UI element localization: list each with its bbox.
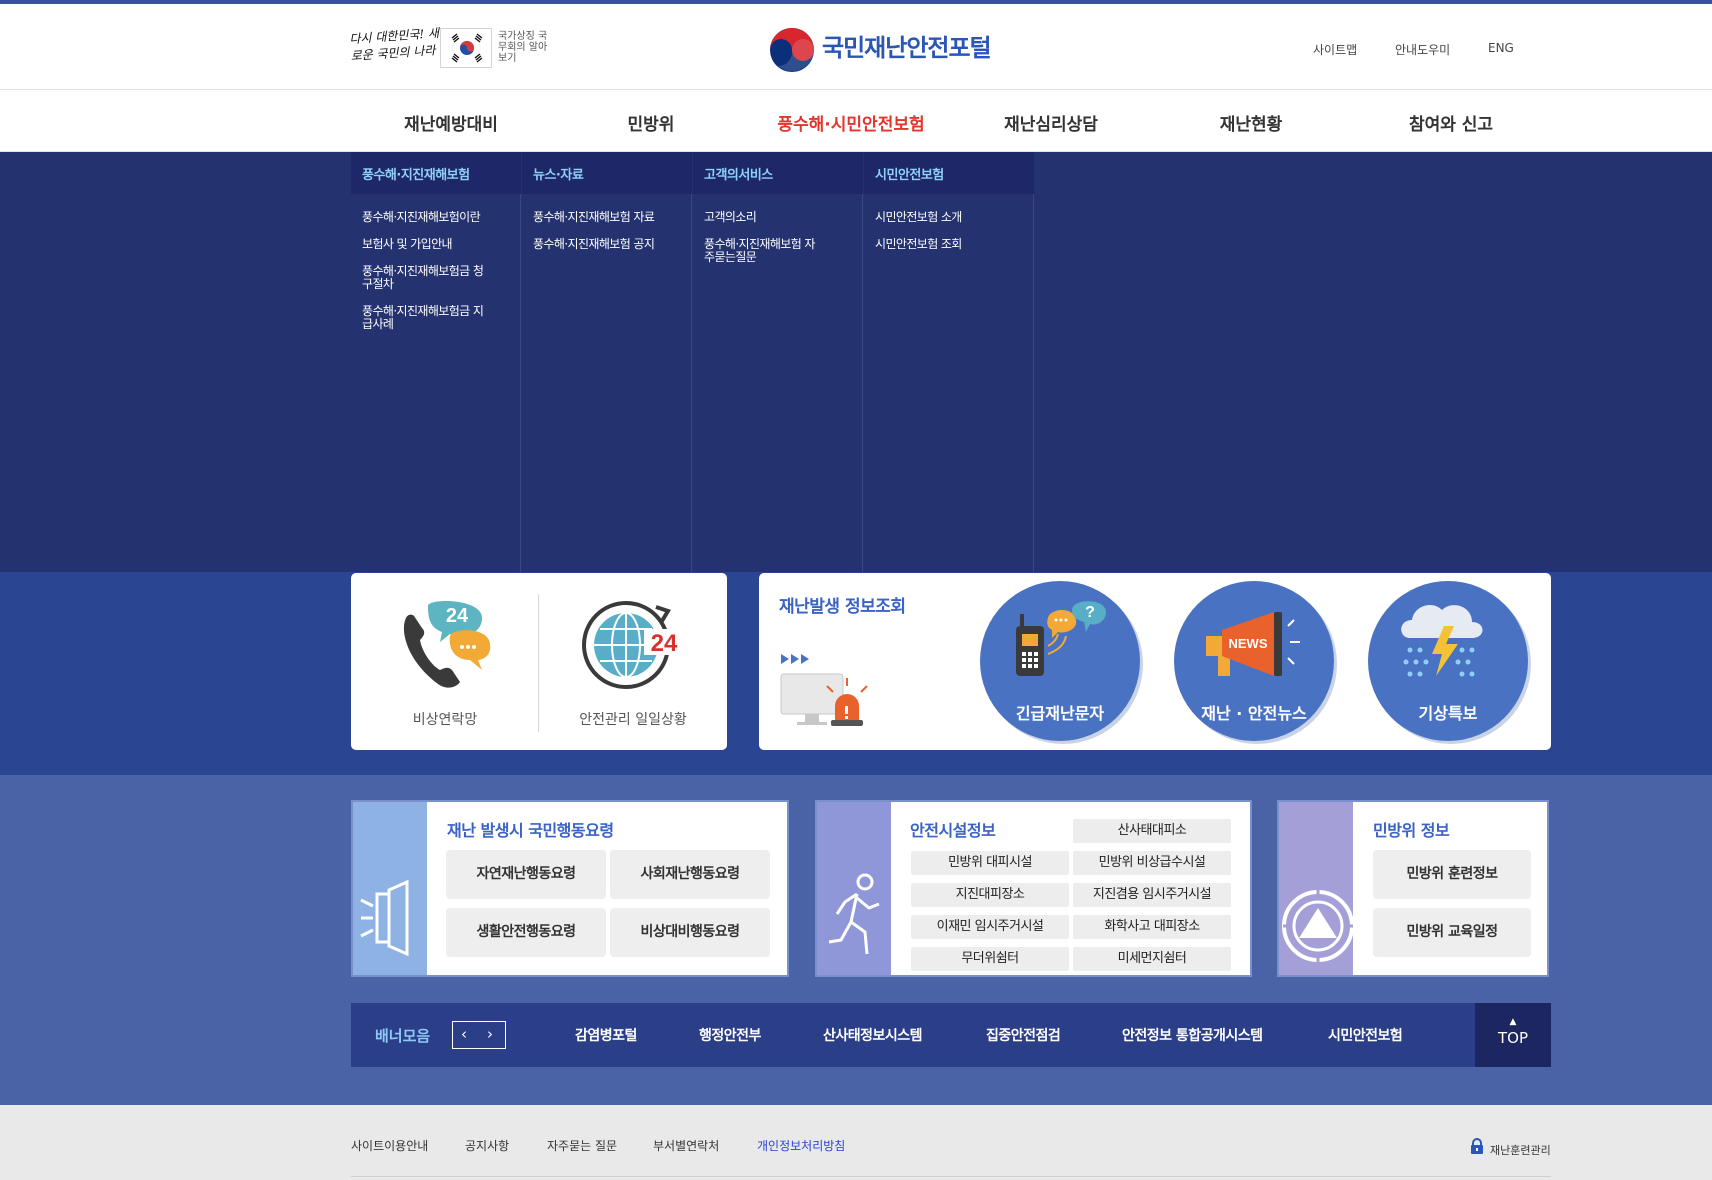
nav-psych-counseling[interactable]: 재난심리상담: [951, 110, 1151, 135]
footer-notice[interactable]: 공지사항: [465, 1137, 509, 1154]
nav-insurance[interactable]: 풍수해·시민안전보험: [751, 110, 951, 135]
svg-text:?: ?: [1085, 604, 1095, 621]
mega-title-customer[interactable]: 고객의서비스: [704, 164, 773, 183]
training-admin-link[interactable]: 재난훈련관리: [1490, 1142, 1551, 1158]
banner-controls: ‹ ›: [452, 1021, 506, 1049]
banner-next-icon[interactable]: ›: [487, 1025, 493, 1043]
emergency-contacts-label[interactable]: 비상연락망: [380, 709, 510, 729]
mega-link[interactable]: 풍수해·지진재해보험 자료: [533, 211, 693, 224]
nav-civil-defense[interactable]: 민방위: [551, 110, 751, 135]
daily-status-badge: 24: [651, 630, 678, 657]
mega-link[interactable]: 풍수해·지진재해보험금 청구절차: [362, 265, 492, 291]
civil-education-button[interactable]: 민방위 교육일정: [1373, 908, 1531, 957]
top-label: TOP: [1497, 1029, 1528, 1047]
disaster-news-label: 재난 · 안전뉴스: [1201, 704, 1307, 723]
megaphone-news-icon: NEWS: [1206, 612, 1300, 676]
water-supply-button[interactable]: 민방위 비상급수시설: [1073, 851, 1231, 875]
banner-link-citizen-insurance[interactable]: 시민안전보험: [1328, 1025, 1403, 1045]
footer-faq[interactable]: 자주묻는 질문: [547, 1137, 617, 1154]
lock-icon: [1471, 1138, 1483, 1154]
heat-shelter-button[interactable]: 무더위쉼터: [911, 947, 1069, 971]
landslide-shelter-button[interactable]: 산사태대피소: [1073, 819, 1231, 843]
guide-helper-link[interactable]: 안내도우미: [1395, 41, 1450, 58]
alert-monitor-icon: [780, 654, 868, 726]
civil-training-button[interactable]: 민방위 훈련정보: [1373, 850, 1531, 899]
flag-caption[interactable]: 국가상징 국무회의 알아보기: [498, 31, 548, 64]
government-emblem-icon[interactable]: [768, 26, 816, 74]
earthquake-housing-button[interactable]: 지진겸용 임시주거시설: [1073, 883, 1231, 907]
banner-link-infectious[interactable]: 감염병포털: [575, 1025, 637, 1045]
nav-disaster-status[interactable]: 재난현황: [1151, 110, 1351, 135]
english-link[interactable]: ENG: [1488, 41, 1514, 55]
disaster-info-title: 재난발생 정보조회: [779, 597, 906, 617]
nav-disaster-prevention[interactable]: 재난예방대비: [351, 110, 551, 135]
banner-link-inspection[interactable]: 집중안전점검: [986, 1025, 1061, 1045]
mega-link[interactable]: 시민안전보험 소개: [875, 211, 1035, 224]
footer-privacy-policy[interactable]: 개인정보처리방침: [757, 1137, 845, 1154]
victim-housing-button[interactable]: 이재민 임시주거시설: [911, 915, 1069, 939]
banner-prev-icon[interactable]: ‹: [461, 1025, 467, 1043]
mega-link[interactable]: 고객의소리: [704, 211, 864, 224]
emergency-text-label: 긴급재난문자: [1015, 704, 1105, 723]
emergency-prep-guide-button[interactable]: 비상대비행동요령: [610, 908, 770, 957]
globe-24-icon[interactable]: 24: [580, 597, 684, 691]
social-disaster-guide-button[interactable]: 사회재난행동요령: [610, 850, 770, 899]
banner-link-safety-info[interactable]: 안전정보 통합공개시스템: [1122, 1025, 1263, 1045]
mega-link[interactable]: 보험사 및 가입안내: [362, 238, 522, 251]
mega-title-disaster-insurance[interactable]: 풍수해·지진재해보험: [362, 164, 470, 183]
mega-link[interactable]: 풍수해·지진재해보험금 지급사례: [362, 305, 492, 331]
scroll-top-button[interactable]: ▲ TOP: [1475, 1003, 1551, 1067]
megaphone-icon: [360, 880, 409, 957]
site-footer: [0, 1105, 1712, 1180]
storm-cloud-icon: [1401, 605, 1483, 677]
news-badge: NEWS: [1229, 636, 1268, 651]
contacts-badge: 24: [446, 605, 469, 627]
taegukgi-icon: [449, 33, 485, 63]
banner-link-mois[interactable]: 행정안전부: [699, 1025, 761, 1045]
mega-link[interactable]: 풍수해·지진재해보험 공지: [533, 238, 693, 251]
facility-info-title: 안전시설정보: [910, 821, 996, 840]
banner-link-landslide[interactable]: 산사태정보시스템: [823, 1025, 923, 1045]
mega-link[interactable]: 시민안전보험 조회: [875, 238, 1035, 251]
footer-divider: [351, 1176, 1551, 1177]
civil-defense-emblem-icon: [1282, 888, 1354, 964]
site-logo-text[interactable]: 국민재난안전포털: [822, 28, 992, 63]
chemical-evac-button[interactable]: 화학사고 대피장소: [1073, 915, 1231, 939]
up-arrow-icon: ▲: [1509, 1017, 1517, 1027]
running-person-icon: [828, 873, 880, 955]
footer-site-guide[interactable]: 사이트이용안내: [351, 1137, 428, 1154]
weather-alert-label: 기상특보: [1418, 704, 1478, 723]
life-safety-guide-button[interactable]: 생활안전행동요령: [446, 908, 606, 957]
phone-chat-icon[interactable]: 24: [398, 600, 498, 692]
dust-shelter-button[interactable]: 미세먼지쉼터: [1073, 947, 1231, 971]
mega-link[interactable]: 풍수해·지진재해보험이란: [362, 211, 522, 224]
civil-defense-title: 민방위 정보: [1373, 821, 1450, 840]
mega-link[interactable]: 풍수해·지진재해보험 자주묻는질문: [704, 238, 824, 264]
footer-contacts[interactable]: 부서별연락처: [653, 1137, 719, 1154]
nav-participation-report[interactable]: 참여와 신고: [1351, 110, 1551, 135]
earthquake-evac-button[interactable]: 지진대피장소: [911, 883, 1069, 907]
action-guide-title: 재난 발생시 국민행동요령: [447, 821, 614, 840]
walkie-talkie-icon: ?: [1016, 601, 1106, 676]
banner-title: 배너모음: [375, 1027, 431, 1045]
slogan-handwriting: 다시 대한민국! 새로운 국민의 나라: [348, 25, 440, 64]
daily-status-label[interactable]: 안전관리 일일상황: [561, 709, 705, 729]
national-flag-link[interactable]: [440, 28, 492, 68]
mega-title-news[interactable]: 뉴스·자료: [533, 164, 584, 183]
civil-shelter-button[interactable]: 민방위 대피시설: [911, 851, 1069, 875]
sitemap-link[interactable]: 사이트맵: [1313, 41, 1357, 58]
natural-disaster-guide-button[interactable]: 자연재난행동요령: [446, 850, 606, 899]
card-divider: [538, 594, 539, 732]
mega-title-citizen-insurance[interactable]: 시민안전보험: [875, 164, 944, 183]
